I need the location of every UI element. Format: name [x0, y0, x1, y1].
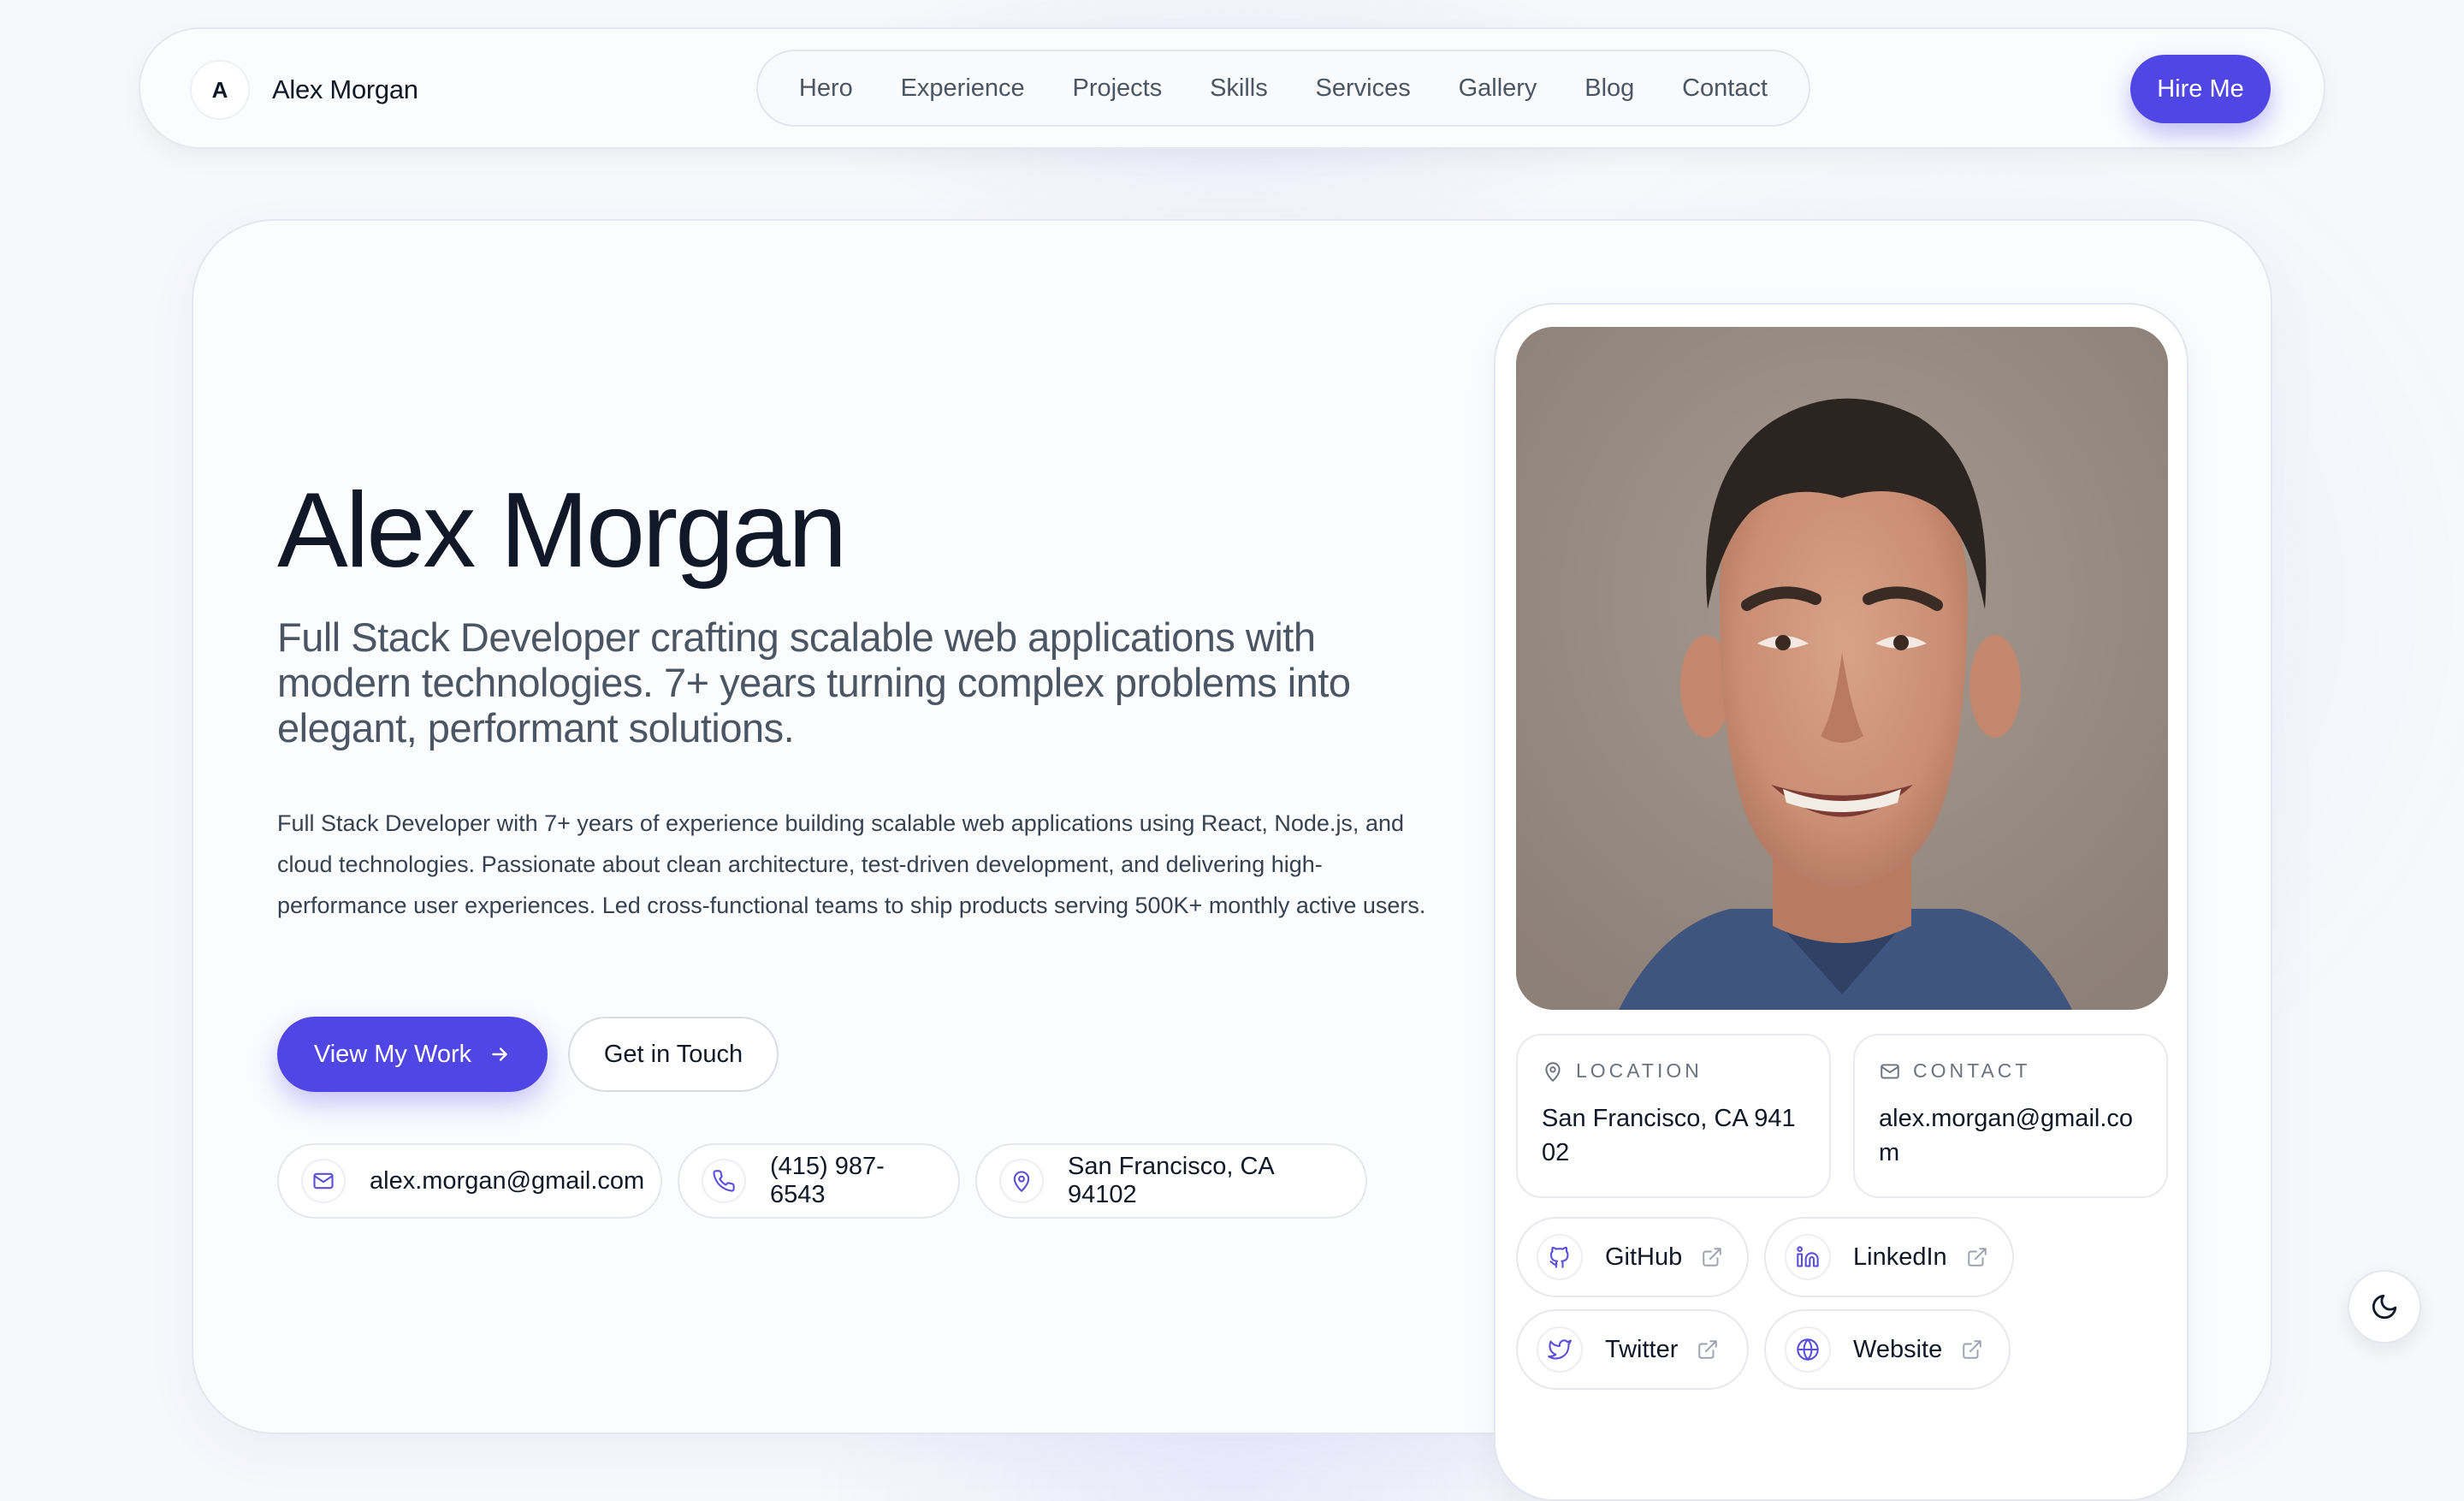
location-label: LOCATION [1576, 1059, 1703, 1082]
profile-card: LOCATION San Francisco, CA 94102 CONTACT… [1494, 303, 2189, 1501]
map-pin-icon [999, 1159, 1044, 1203]
external-link-icon [1697, 1338, 1719, 1361]
brand[interactable]: A Alex Morgan [190, 58, 418, 122]
github-link[interactable]: GitHub [1516, 1217, 1749, 1297]
phone-icon [702, 1159, 746, 1203]
phone-text: (415) 987-6543 [770, 1153, 885, 1208]
contact-card: CONTACT alex.morgan@gmail.com [1853, 1034, 2168, 1198]
location-chip[interactable]: San Francisco, CA 94102 [975, 1143, 1367, 1219]
contact-value[interactable]: alex.morgan@gmail.com [1879, 1101, 2142, 1170]
linkedin-icon [1785, 1234, 1831, 1280]
phone-chip[interactable]: (415) 987-6543 [678, 1143, 960, 1219]
linkedin-link[interactable]: LinkedIn [1764, 1217, 2014, 1297]
view-my-work-label: View My Work [313, 1040, 472, 1068]
nav-item-contact[interactable]: Contact [1675, 66, 1774, 111]
mail-icon [1879, 1060, 1901, 1083]
nav-item-hero[interactable]: Hero [792, 66, 860, 111]
moon-icon [2370, 1292, 2399, 1321]
twitter-link[interactable]: Twitter [1516, 1309, 1749, 1390]
hero-bio: Full Stack Developer with 7+ years of ex… [277, 810, 1426, 918]
twitter-icon [1537, 1326, 1583, 1373]
nav-item-projects[interactable]: Projects [1065, 66, 1169, 111]
twitter-label: Twitter [1605, 1335, 1679, 1363]
top-navbar: A Alex Morgan Hero Experience Projects S… [139, 27, 2325, 149]
map-pin-icon [1542, 1060, 1564, 1083]
hero-title: Alex Morgan [277, 472, 847, 590]
location-card: LOCATION San Francisco, CA 94102 [1516, 1034, 1831, 1198]
github-icon [1537, 1234, 1583, 1280]
nav-item-skills[interactable]: Skills [1203, 66, 1275, 111]
arrow-right-icon [489, 1043, 511, 1065]
brand-logo[interactable]: A [190, 60, 250, 120]
location-text: San Francisco, CA 94102 [1068, 1153, 1274, 1208]
section-nav: Hero Experience Projects Skills Services… [756, 50, 1810, 127]
nav-item-gallery[interactable]: Gallery [1452, 66, 1544, 111]
location-label-row: LOCATION [1542, 1059, 1805, 1083]
globe-icon [1785, 1326, 1831, 1373]
github-label: GitHub [1605, 1243, 1683, 1271]
nav-item-experience[interactable]: Experience [894, 66, 1032, 111]
view-my-work-button[interactable]: View My Work [277, 1017, 548, 1092]
brand-name[interactable]: Alex Morgan [272, 74, 418, 105]
website-link[interactable]: Website [1764, 1309, 2011, 1390]
location-value: San Francisco, CA 94102 [1542, 1105, 1796, 1166]
email-chip[interactable]: alex.morgan@gmail.com [277, 1143, 662, 1219]
linkedin-label: LinkedIn [1853, 1243, 1947, 1271]
contact-label: CONTACT [1913, 1059, 2031, 1082]
hero-section: Alex Morgan Full Stack Developer craftin… [192, 219, 2272, 1501]
hire-me-button[interactable]: Hire Me [2130, 55, 2271, 123]
external-link-icon [1966, 1246, 1988, 1268]
external-link-icon [1961, 1338, 1983, 1361]
contact-label-row: CONTACT [1879, 1059, 2142, 1083]
profile-photo [1516, 327, 2168, 1010]
mail-icon [301, 1159, 346, 1203]
external-link-icon [1701, 1246, 1723, 1268]
email-text: alex.morgan@gmail.com [370, 1166, 645, 1195]
nav-item-services[interactable]: Services [1309, 66, 1418, 111]
website-label: Website [1853, 1335, 1943, 1363]
get-in-touch-button[interactable]: Get in Touch [568, 1017, 779, 1092]
hero-tagline: Full Stack Developer crafting scalable w… [277, 614, 1351, 750]
nav-item-blog[interactable]: Blog [1578, 66, 1641, 111]
theme-toggle-button[interactable] [2348, 1270, 2421, 1344]
